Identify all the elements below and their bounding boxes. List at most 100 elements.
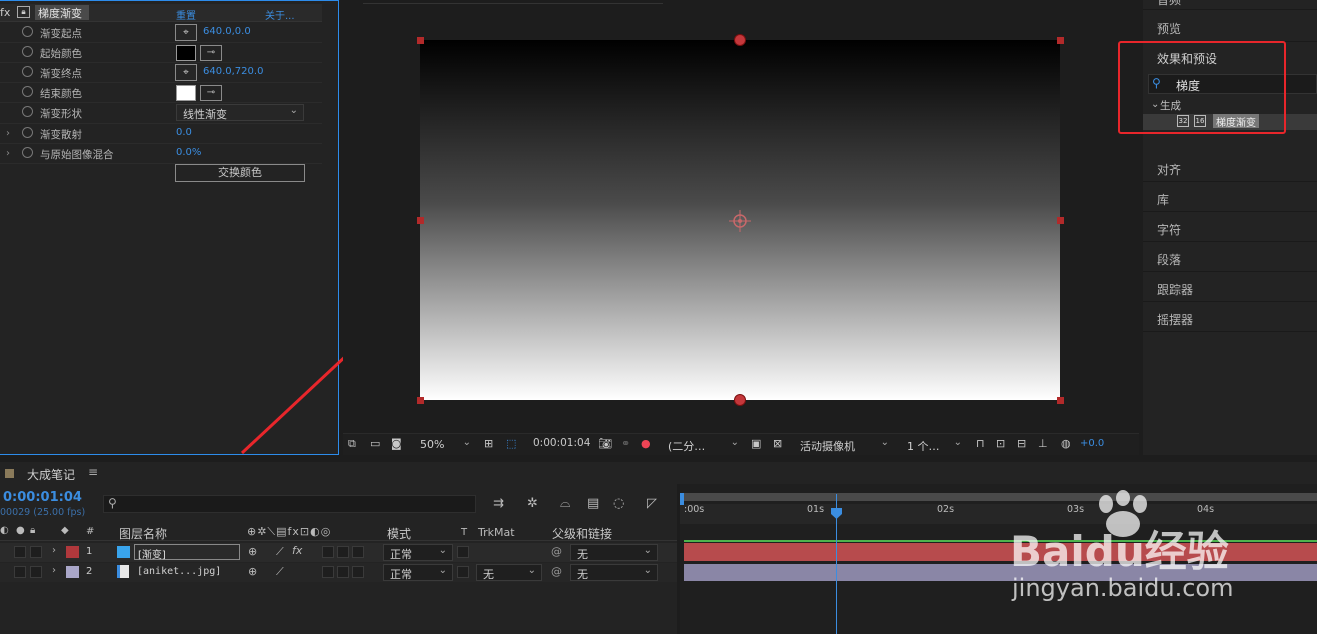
stopwatch-icon[interactable] bbox=[22, 46, 33, 57]
frame-blend-icon[interactable]: ▤ bbox=[587, 496, 599, 511]
chevron-right-icon[interactable]: › bbox=[52, 565, 56, 576]
mode-dropdown[interactable]: 正常 ⌄ bbox=[383, 544, 453, 561]
prop-value[interactable]: 640.0,0.0 bbox=[203, 26, 251, 37]
stopwatch-icon[interactable] bbox=[22, 147, 33, 158]
graph-editor-icon[interactable]: ◸ bbox=[647, 496, 657, 511]
switch-box[interactable] bbox=[322, 566, 334, 578]
corner-handle[interactable] bbox=[417, 37, 424, 44]
fx-toggle[interactable]: fx bbox=[0, 6, 10, 19]
timeline-icon[interactable]: ⊟ bbox=[1017, 437, 1026, 450]
exposure-value[interactable]: +0.0 bbox=[1080, 438, 1104, 449]
transparency-grid-icon[interactable]: ⊠ bbox=[773, 437, 782, 450]
reset-link[interactable]: 重置 bbox=[176, 7, 196, 22]
solo-toggle[interactable] bbox=[30, 546, 42, 558]
crosshair-icon[interactable]: ⌖ bbox=[175, 24, 197, 41]
timeline-search-input[interactable]: ⚲ bbox=[103, 495, 476, 513]
visibility-toggle[interactable] bbox=[14, 566, 26, 578]
prop-value[interactable]: 0.0 bbox=[176, 127, 192, 138]
pickwhip-icon[interactable]: @ bbox=[551, 545, 562, 558]
label-color[interactable] bbox=[66, 546, 79, 558]
switch-box[interactable] bbox=[337, 546, 349, 558]
lock-icon[interactable]: 🔒︎ bbox=[30, 525, 35, 536]
channel-icon[interactable]: ● bbox=[641, 437, 651, 450]
prop-value[interactable]: 640.0,720.0 bbox=[203, 66, 263, 77]
shy-switch-icon[interactable]: ⊕ bbox=[248, 565, 257, 578]
switch-box[interactable] bbox=[322, 546, 334, 558]
fx-switch-icon[interactable]: fx bbox=[292, 544, 302, 557]
corner-handle[interactable] bbox=[417, 397, 424, 404]
zoom-dropdown[interactable]: 50% ⌄ bbox=[413, 436, 477, 453]
fast-preview-icon[interactable]: ⊡ bbox=[996, 437, 1005, 450]
camera-dropdown[interactable]: 活动摄像机 ⌄ bbox=[793, 436, 895, 453]
switch-box[interactable] bbox=[352, 566, 364, 578]
label-icon[interactable]: ◆ bbox=[61, 525, 69, 536]
panel-tracker[interactable]: 跟踪器 bbox=[1143, 272, 1317, 302]
pickwhip-icon[interactable]: @ bbox=[551, 565, 562, 578]
side-handle[interactable] bbox=[1057, 217, 1064, 224]
always-preview-icon[interactable]: ⧉ bbox=[348, 437, 356, 451]
gradient-end-point[interactable] bbox=[734, 394, 746, 406]
panel-character[interactable]: 字符 bbox=[1143, 212, 1317, 242]
camera-snapshot-icon[interactable]: 📷︎ bbox=[598, 437, 612, 450]
viewer-timecode[interactable]: 0:00:01:04 bbox=[533, 437, 590, 449]
panel-align[interactable]: 对齐 bbox=[1143, 152, 1317, 182]
layer-name[interactable]: [渐变] bbox=[134, 544, 240, 561]
gradient-start-point[interactable] bbox=[734, 34, 746, 46]
effect-name[interactable]: 梯度渐变 bbox=[35, 5, 89, 20]
solo-toggle[interactable] bbox=[30, 566, 42, 578]
quality-switch-icon[interactable]: ⟋ bbox=[276, 545, 284, 559]
layer-row[interactable]: › 2 [aniket...jpg] ⊕ ⟋ 正常 ⌄ 无 ⌄ @ 无 ⌄ bbox=[0, 563, 677, 582]
layer-row[interactable]: › 1 [渐变] ⊕ ⟋ fx 正常 ⌄ @ 无 ⌄ bbox=[0, 543, 677, 562]
parent-dropdown[interactable]: 无 ⌄ bbox=[570, 544, 658, 561]
anchor-point-icon[interactable] bbox=[729, 210, 751, 232]
quality-switch-icon[interactable]: ⟋ bbox=[276, 565, 284, 579]
panel-audio[interactable]: 音频 bbox=[1143, 0, 1317, 10]
end-color-swatch[interactable] bbox=[176, 85, 196, 101]
draft-3d-icon[interactable]: ✲ bbox=[527, 496, 538, 511]
work-area-start-icon[interactable] bbox=[680, 493, 684, 505]
timeline-timecode[interactable]: 0:00:01:04 bbox=[3, 490, 82, 505]
panel-wiggler[interactable]: 摇摆器 bbox=[1143, 302, 1317, 332]
monitor-icon[interactable]: ▭ bbox=[370, 437, 380, 450]
comp-flow-icon[interactable]: ⇉ bbox=[493, 496, 504, 511]
views-dropdown[interactable]: 1 个… ⌄ bbox=[900, 436, 968, 453]
stopwatch-icon[interactable] bbox=[22, 106, 33, 117]
shy-switch-icon[interactable]: ⊕ bbox=[248, 545, 257, 558]
about-link[interactable]: 关于... bbox=[265, 7, 295, 22]
eyedropper-icon[interactable]: ⊸ bbox=[200, 45, 222, 61]
trkmat-dropdown[interactable]: 无 ⌄ bbox=[476, 564, 542, 581]
shape-dropdown[interactable]: 线性渐变 ⌄ bbox=[176, 104, 304, 121]
parent-dropdown[interactable]: 无 ⌄ bbox=[570, 564, 658, 581]
switch-box[interactable] bbox=[352, 546, 364, 558]
grid-icon[interactable]: ⊞ bbox=[484, 437, 493, 450]
show-snapshot-icon[interactable]: ⚭ bbox=[621, 437, 630, 450]
roi-icon[interactable]: ▣ bbox=[751, 437, 761, 450]
corner-handle[interactable] bbox=[1057, 397, 1064, 404]
stopwatch-icon[interactable] bbox=[22, 127, 33, 138]
crosshair-icon[interactable]: ⌖ bbox=[175, 64, 197, 81]
col-layer-name[interactable]: 图层名称 bbox=[119, 525, 167, 542]
mode-dropdown[interactable]: 正常 ⌄ bbox=[383, 564, 453, 581]
chevron-right-icon[interactable]: › bbox=[6, 128, 10, 139]
effect-header[interactable]: fx 🔒︎ 梯度渐变 重置 关于... bbox=[0, 4, 322, 22]
switch-box[interactable] bbox=[337, 566, 349, 578]
menu-icon[interactable]: ≡ bbox=[88, 465, 98, 479]
stopwatch-icon[interactable] bbox=[22, 66, 33, 77]
flowchart-icon[interactable]: ⊥ bbox=[1038, 437, 1048, 450]
mask-icon[interactable]: ◙ bbox=[391, 437, 402, 450]
preserve-transparency-box[interactable] bbox=[457, 546, 469, 558]
motion-blur-icon[interactable]: ◌ bbox=[613, 496, 624, 511]
resolution-dropdown[interactable]: (二分… ⌄ bbox=[661, 436, 745, 453]
solo-icon[interactable]: ● bbox=[16, 525, 25, 536]
lock-icon[interactable]: 🔒︎ bbox=[17, 6, 30, 18]
swap-colors-button[interactable]: 交换颜色 bbox=[175, 164, 305, 182]
panel-paragraph[interactable]: 段落 bbox=[1143, 242, 1317, 272]
chevron-right-icon[interactable]: › bbox=[6, 148, 10, 159]
layer-name[interactable]: [aniket...jpg] bbox=[137, 566, 221, 577]
prop-value[interactable]: 0.0% bbox=[176, 147, 201, 158]
eyedropper-icon[interactable]: ⊸ bbox=[200, 85, 222, 101]
stopwatch-icon[interactable] bbox=[22, 86, 33, 97]
comp-tab[interactable]: 大成笔记 bbox=[27, 466, 75, 483]
eye-icon[interactable]: ◐ bbox=[0, 525, 9, 536]
start-color-swatch[interactable] bbox=[176, 45, 196, 61]
